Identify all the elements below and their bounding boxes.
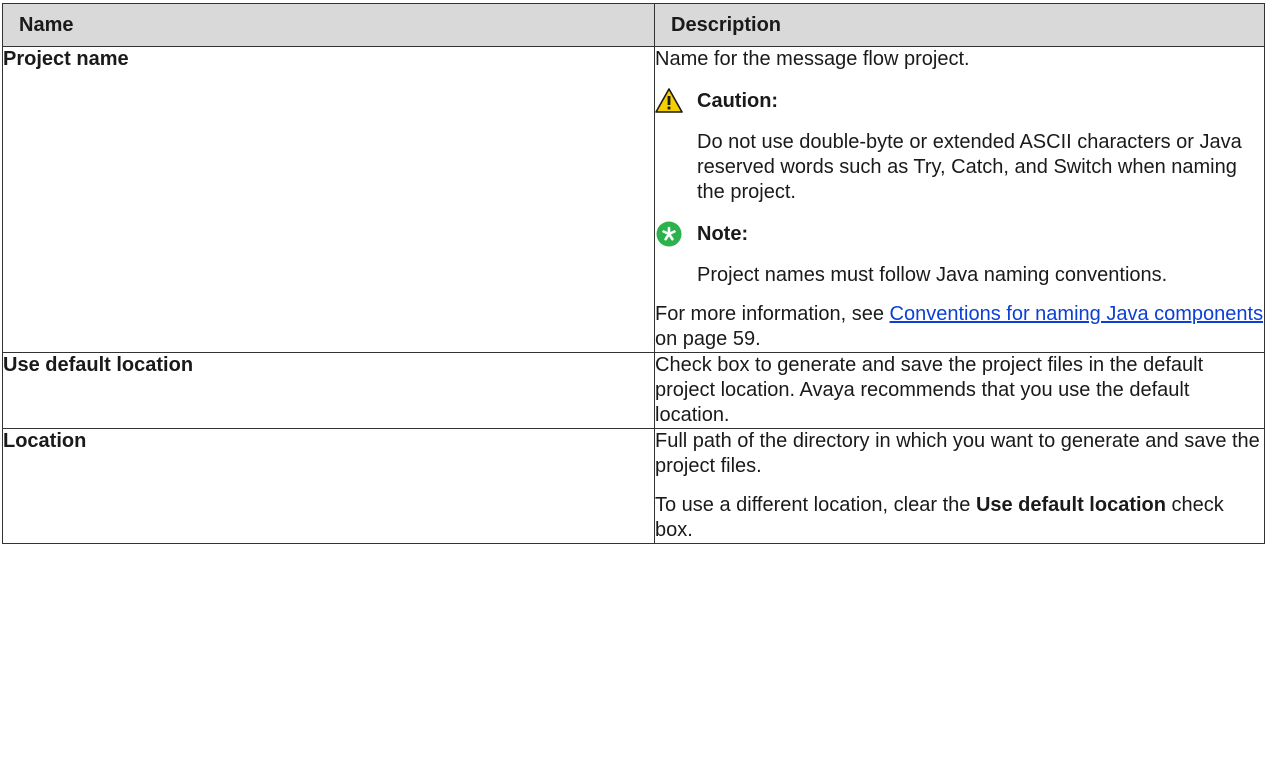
note-admonition: Note: Project names must follow Java nam… — [655, 219, 1264, 288]
conventions-link[interactable]: Conventions for naming Java components — [890, 303, 1264, 325]
note-text: Project names must follow Java naming co… — [697, 264, 1168, 286]
table-row: Location Full path of the directory in w… — [2, 428, 1265, 544]
row-description-project-name: Name for the message flow project. Cauti… — [654, 46, 1265, 353]
parameters-table: Name Description Project name Name for t… — [2, 3, 1265, 544]
table-row: Project name Name for the message flow p… — [2, 46, 1265, 353]
column-header-name: Name — [2, 3, 655, 47]
table-header-row: Name Description — [2, 3, 1265, 47]
caution-label: Caution: — [697, 89, 779, 112]
row-name-use-default-location: Use default location — [2, 352, 655, 429]
row-name-project-name: Project name — [2, 46, 655, 353]
table-row: Use default location Check box to genera… — [2, 352, 1265, 429]
column-header-description: Description — [654, 3, 1265, 47]
more-info-text: For more information, see Conventions fo… — [655, 302, 1264, 352]
row-name-location: Location — [2, 428, 655, 544]
warning-triangle-icon — [655, 88, 683, 113]
more-info-prefix: For more information, see — [655, 303, 890, 325]
caution-admonition: Caution: Do not use double-byte or exten… — [655, 86, 1264, 205]
row-description-use-default-location: Check box to generate and save the proje… — [654, 352, 1265, 429]
description-text: Check box to generate and save the proje… — [655, 354, 1204, 426]
caution-text: Do not use double-byte or extended ASCII… — [697, 131, 1242, 203]
more-info-suffix: on page 59. — [655, 328, 761, 350]
clear-bold-term: Use default location — [975, 494, 1166, 516]
description-text-clear: To use a different location, clear the U… — [655, 493, 1264, 543]
note-asterisk-icon — [656, 221, 682, 247]
note-label: Note: — [697, 222, 749, 245]
description-text: Full path of the directory in which you … — [655, 430, 1260, 477]
description-text: Name for the message flow project. — [655, 48, 970, 70]
row-description-location: Full path of the directory in which you … — [654, 428, 1265, 544]
clear-prefix: To use a different location, clear the — [655, 494, 976, 516]
